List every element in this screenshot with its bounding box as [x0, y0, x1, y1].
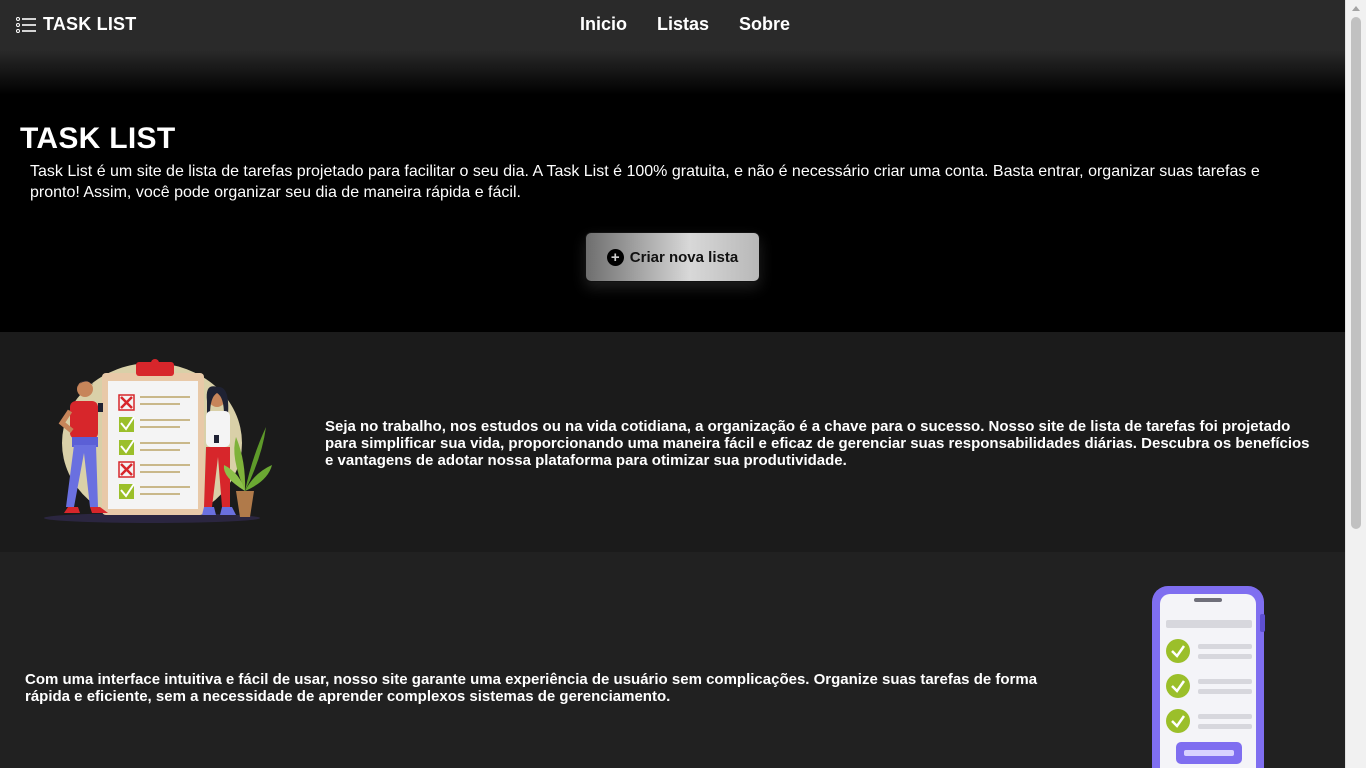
organization-text: Seja no trabalho, nos estudos ou na vida… [325, 418, 1310, 469]
nav-link-listas[interactable]: Listas [657, 14, 709, 35]
main-nav: Inicio Listas Sobre [580, 14, 790, 35]
vertical-scrollbar[interactable] [1345, 0, 1366, 768]
hero-title: TASK LIST [20, 122, 176, 155]
phone-checklist-illustration [1152, 586, 1265, 768]
organization-section: Seja no trabalho, nos estudos ou na vida… [0, 332, 1345, 552]
interface-section: Com uma interface intuitiva e fácil de u… [0, 552, 1345, 768]
interface-text: Com uma interface intuitiva e fácil de u… [25, 671, 1038, 705]
hero-description: Task List é um site de lista de tarefas … [30, 163, 1260, 201]
nav-link-inicio[interactable]: Inicio [580, 14, 627, 35]
top-navbar: TASK LIST Inicio Listas Sobre [0, 0, 1345, 95]
create-list-label: Criar nova lista [629, 248, 739, 266]
checklist-people-illustration [44, 359, 272, 523]
create-list-button[interactable]: + Criar nova lista [585, 232, 760, 282]
plus-circle-icon: + [606, 248, 624, 266]
nav-link-sobre[interactable]: Sobre [739, 14, 790, 35]
brand-name: TASK LIST [43, 14, 137, 34]
list-icon [16, 16, 36, 33]
brand[interactable]: TASK LIST [16, 14, 136, 35]
scroll-up-arrow-icon[interactable] [1352, 6, 1360, 11]
page: TASK LIST Inicio Listas Sobre TASK LIST … [0, 0, 1345, 768]
hero-section: TASK LIST Task List é um site de lista d… [0, 95, 1345, 332]
scroll-thumb[interactable] [1351, 17, 1361, 529]
